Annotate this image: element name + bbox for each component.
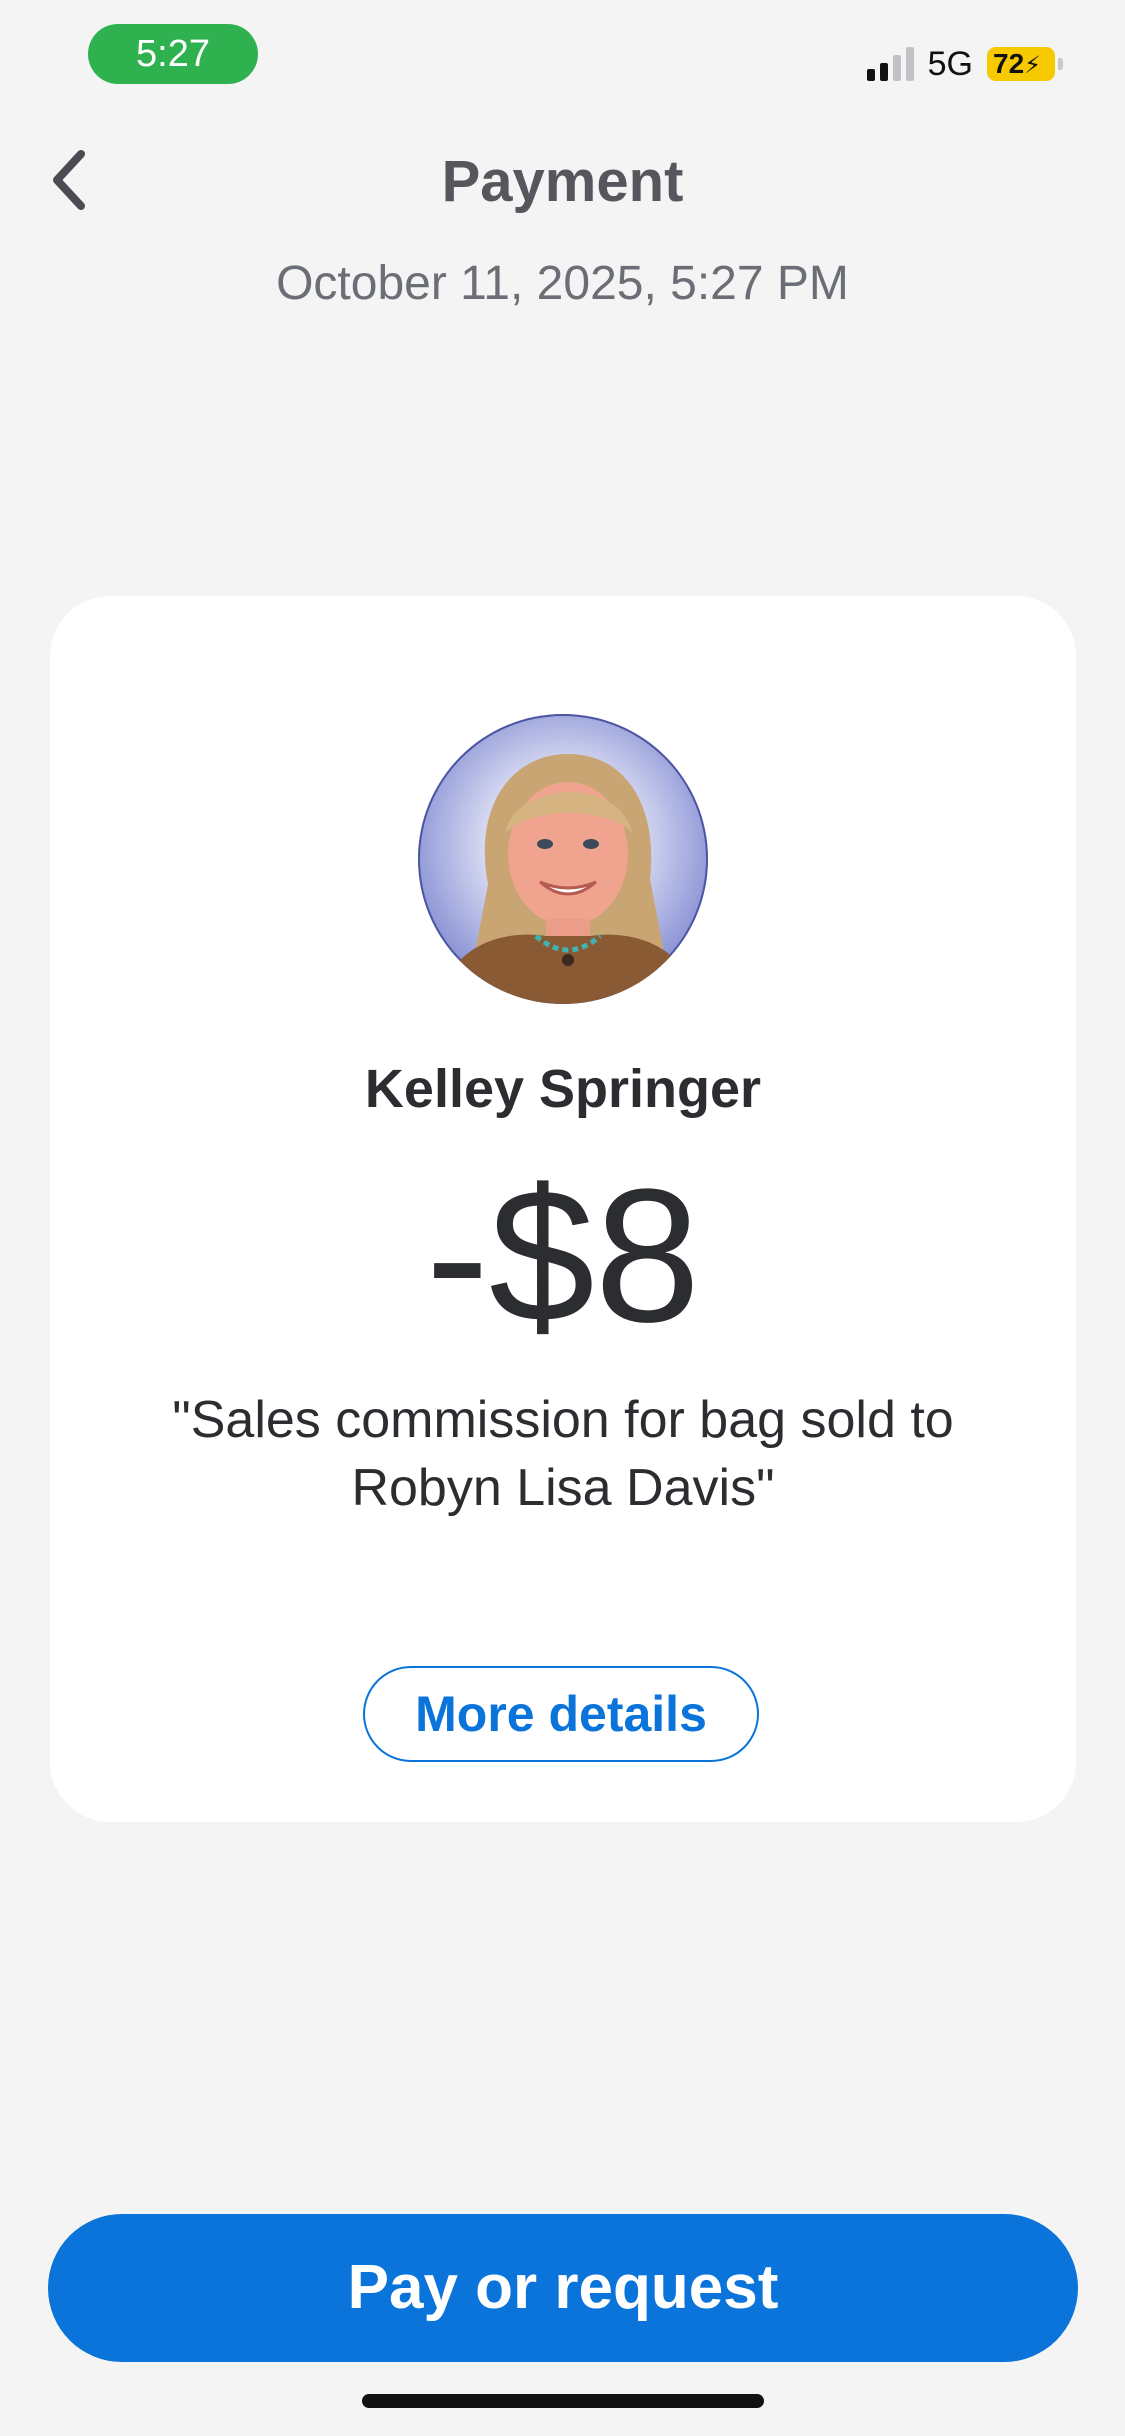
signal-icon [866,47,914,81]
status-time: 5:27 [88,24,258,84]
page-title: Payment [441,149,684,214]
payment-note: "Sales commission for bag sold to Robyn … [110,1386,1016,1522]
payment-screen: 5:27 5G 72⚡ Payment October 11, 2025, 5:… [0,0,1125,2436]
charging-bolt-icon: ⚡ [1024,52,1042,79]
transaction-card: Kelley Springer -$8 "Sales commission fo… [50,596,1076,1822]
payment-note-line-2: Robyn Lisa Davis" [351,1459,775,1517]
network-label: 5G [927,44,973,83]
avatar-photo [438,754,698,1004]
transaction-timestamp: October 11, 2025, 5:27 PM [276,257,849,310]
more-details-button[interactable]: More details [363,1666,759,1762]
home-indicator[interactable] [362,2394,764,2408]
payment-amount: -$8 [425,1150,701,1362]
recipient-name: Kelley Springer [364,1059,762,1119]
battery-icon: 72⚡ [987,47,1063,81]
avatar [418,714,708,1004]
pay-or-request-button[interactable]: Pay or request [48,2214,1078,2362]
status-indicators: 5G 72⚡ [866,40,1063,88]
battery-level: 72 [993,48,1025,79]
payment-note-line-1: "Sales commission for bag sold to [172,1391,954,1449]
